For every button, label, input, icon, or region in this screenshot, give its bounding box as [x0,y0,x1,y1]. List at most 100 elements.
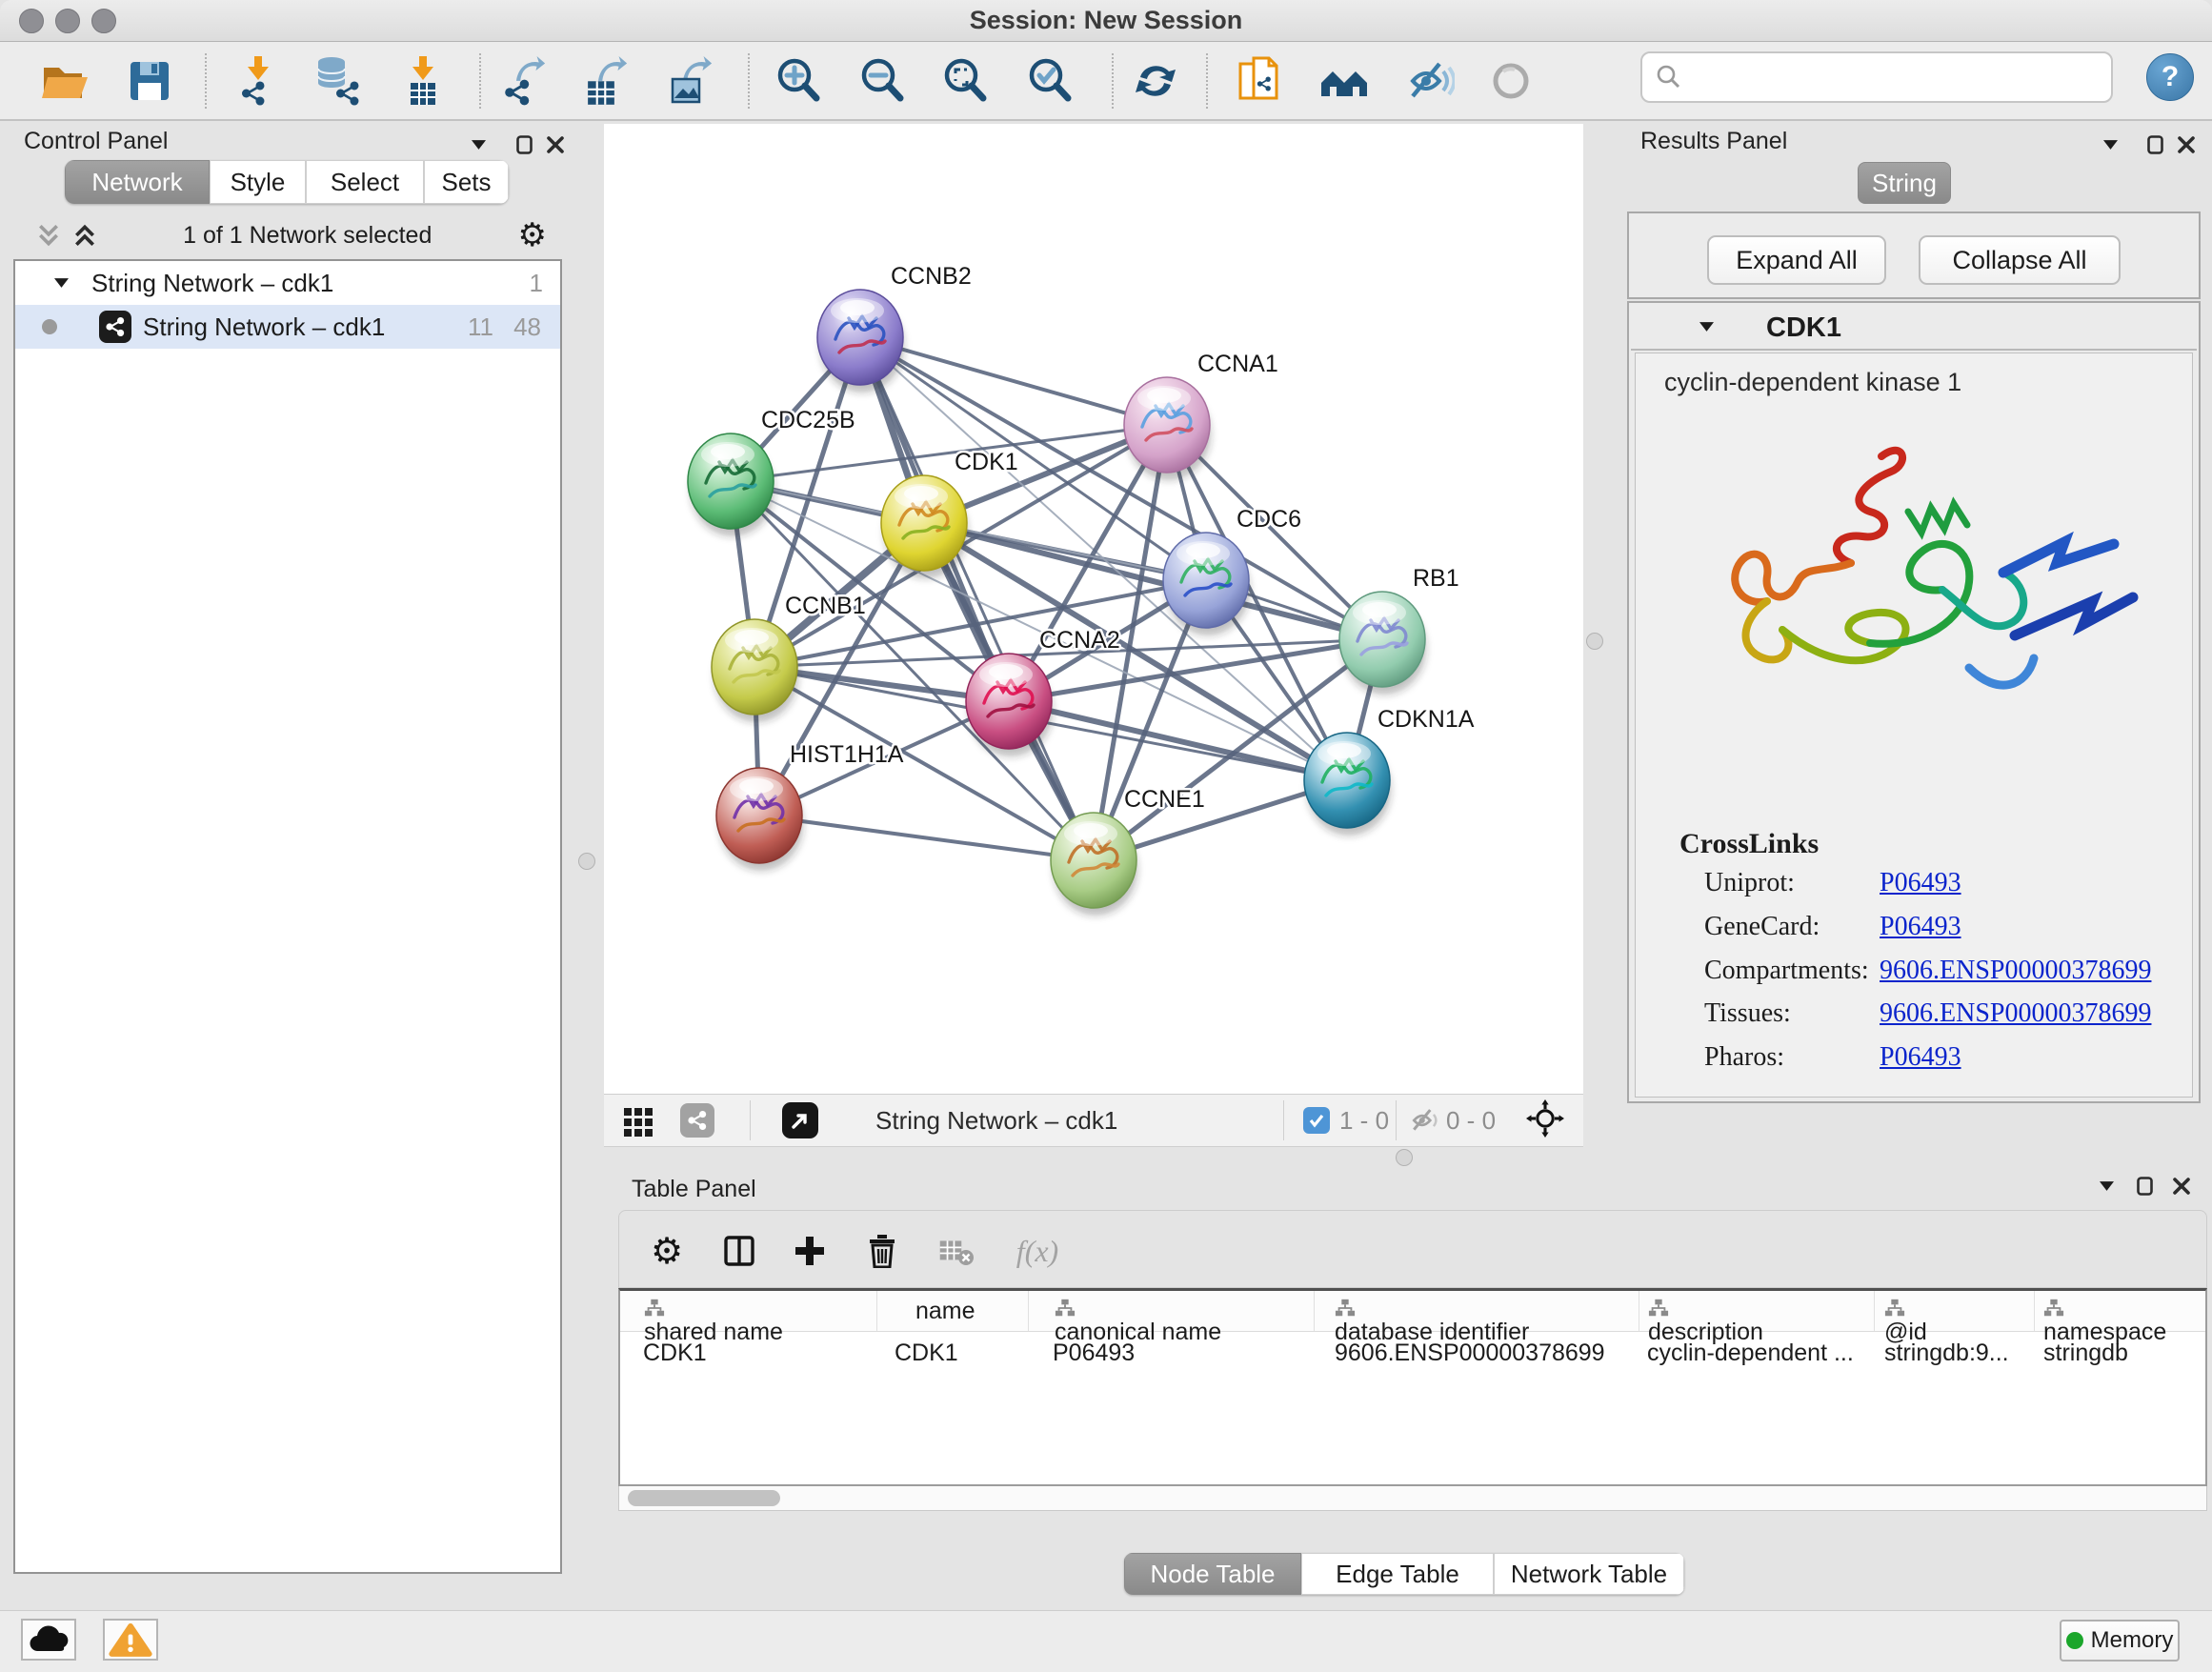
network-collection-row[interactable]: String Network – cdk1 1 [15,261,560,305]
genecard-link[interactable]: P06493 [1880,912,1961,942]
search-input[interactable] [1690,57,2111,97]
export-table-button[interactable] [574,50,635,111]
export-table-icon [578,54,632,108]
import-network-button[interactable] [228,50,289,111]
zoom-out-button[interactable] [852,50,913,111]
maximize-panel-button[interactable] [2142,132,2167,157]
network-column-icon [1055,1298,1076,1319]
network-node-CCNB1[interactable]: CCNB1 [712,593,866,722]
control-panel-tabs: Network Style Select Sets [65,160,509,204]
table-horizontal-scrollbar[interactable] [618,1486,2207,1511]
open-view-button[interactable] [781,1101,819,1139]
export-image-button[interactable] [659,50,720,111]
tab-string[interactable]: String [1858,162,1951,204]
scrollbar-thumb[interactable] [628,1490,780,1506]
network-node-CCNA1[interactable]: CCNA1 [1124,351,1278,480]
tab-sets[interactable]: Sets [424,160,509,204]
gene-symbol: CDK1 [1766,312,1841,344]
table-toolbar: ⚙ [618,1210,2207,1288]
results-panel-title: Results Panel [1640,128,1787,155]
network-edge-HIST1H1A-CCNE1 [759,816,1094,860]
column-header-name[interactable]: name [915,1298,975,1325]
collapse-all-networks-button[interactable] [36,223,61,248]
network-node-label: CCNB1 [785,593,866,619]
selected-node-edge-counts: 1 - 0 [1339,1106,1389,1136]
first-neighbors-button[interactable] [1314,50,1375,111]
crosslink-label: GeneCard: [1704,912,1820,942]
uniprot-link[interactable]: P06493 [1880,868,1961,898]
zoom-fit-button[interactable] [935,50,995,111]
zoom-in-button[interactable] [768,50,829,111]
expand-all-networks-button[interactable] [72,223,97,248]
function-builder-button[interactable]: f(x) [1004,1232,1071,1270]
float-panel-button[interactable] [2098,132,2122,157]
refresh-view-button[interactable] [1125,50,1186,111]
double-chevron-up-icon [72,223,97,248]
network-options-button[interactable]: ⚙ [518,216,547,254]
results-panel: Results Panel String Expand All Collapse… [1619,123,2212,1171]
import-network-from-database-button[interactable] [307,50,368,111]
bottom-splitter-handle[interactable] [1396,1149,1413,1166]
delete-table-button[interactable] [937,1232,975,1270]
tab-network-table[interactable]: Network Table [1494,1553,1684,1595]
open-in-new-icon [782,1102,818,1138]
compartments-link[interactable]: 9606.ENSP00000378699 [1880,956,2151,986]
delete-column-button[interactable] [863,1232,901,1270]
warnings-button[interactable] [103,1619,158,1661]
left-splitter-handle[interactable] [578,853,595,870]
gene-description: cyclin-dependent kinase 1 [1664,368,1961,397]
import-table-button[interactable] [392,50,453,111]
network-node-RB1[interactable]: RB1 [1339,565,1459,695]
show-columns-button[interactable] [720,1232,758,1270]
zoom-in-icon [772,54,825,108]
status-bar: Memory [0,1610,2212,1672]
network-node-HIST1H1A[interactable]: HIST1H1A [716,741,904,871]
node-table[interactable]: shared name name canonical name database… [618,1288,2207,1486]
clone-network-button[interactable] [1229,50,1290,111]
table-row[interactable]: CDK1 CDK1 P06493 9606.ENSP00000378699 cy… [620,1332,2205,1374]
close-panel-button[interactable] [2174,132,2199,157]
network-node-CDC25B[interactable]: CDC25B [688,407,855,536]
show-all-button[interactable] [1480,50,1541,111]
network-node-CCNB2[interactable]: CCNB2 [817,263,972,393]
network-row[interactable]: String Network – cdk1 11 48 [15,305,560,349]
network-canvas[interactable]: CCNB2CCNA1CDC25BCDK1CDC6RB1CCNB1CCNA2CDK… [604,124,1583,1094]
collection-count: 1 [530,269,543,298]
float-panel-button[interactable] [466,132,491,157]
zoom-selected-button[interactable] [1019,50,1080,111]
pharos-link[interactable]: P06493 [1880,1042,1961,1073]
float-panel-button[interactable] [2094,1174,2119,1199]
maximize-panel-button[interactable] [512,132,536,157]
tab-style[interactable]: Style [210,160,306,204]
close-panel-button[interactable] [543,132,568,157]
tissues-link[interactable]: 9606.ENSP00000378699 [1880,998,2151,1029]
cloud-services-button[interactable] [21,1619,76,1661]
table-options-button[interactable]: ⚙ [648,1232,686,1270]
network-birdseye-button[interactable] [678,1101,716,1139]
maximize-panel-button[interactable] [2132,1174,2157,1199]
open-session-button[interactable] [34,50,95,111]
export-network-button[interactable] [493,50,553,111]
fit-content-button[interactable] [1526,1099,1564,1138]
network-column-icon [1884,1298,1905,1319]
save-session-button[interactable] [119,50,180,111]
tab-network[interactable]: Network [65,160,210,204]
crosslink-label: Compartments: [1704,956,1869,986]
expand-all-button[interactable]: Expand All [1707,235,1886,285]
gene-section-header[interactable]: CDK1 [1631,305,2197,351]
right-splitter-handle[interactable] [1586,633,1603,650]
grid-view-button[interactable] [619,1101,657,1139]
close-panel-button[interactable] [2169,1174,2194,1199]
network-node-CCNE1[interactable]: CCNE1 [1051,786,1205,916]
tab-edge-table[interactable]: Edge Table [1301,1553,1494,1595]
tab-select[interactable]: Select [306,160,424,204]
network-graph[interactable]: CCNB2CCNA1CDC25BCDK1CDC6RB1CCNB1CCNA2CDK… [604,124,1583,1094]
network-node-CDKN1A[interactable]: CDKN1A [1304,706,1475,836]
tab-node-table[interactable]: Node Table [1124,1553,1301,1595]
titlebar: Session: New Session [0,0,2212,42]
memory-button[interactable]: Memory [2060,1620,2180,1662]
hide-selected-button[interactable] [1398,50,1458,111]
collapse-all-button[interactable]: Collapse All [1919,235,2121,285]
create-column-button[interactable] [791,1232,829,1270]
help-button[interactable]: ? [2146,53,2194,101]
